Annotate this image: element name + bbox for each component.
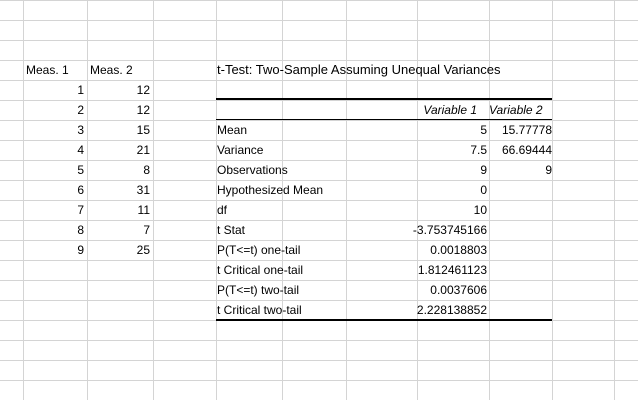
stat-label[interactable]: t Critical one-tail xyxy=(214,260,344,280)
meas1-cell[interactable]: 5 xyxy=(23,160,87,180)
stat-value-var2[interactable]: 15.77778 xyxy=(486,120,555,140)
stat-label[interactable]: Mean xyxy=(214,120,344,140)
meas2-cell[interactable]: 25 xyxy=(87,240,153,260)
table-bottom-rule xyxy=(216,319,552,321)
stat-value-var1[interactable]: 5 xyxy=(346,120,490,140)
stat-value-var2[interactable] xyxy=(486,280,555,300)
meas1-cell[interactable]: 4 xyxy=(23,140,87,160)
meas1-cell[interactable]: 6 xyxy=(23,180,87,200)
stat-value-var1[interactable]: 9 xyxy=(346,160,490,180)
stat-value-var1[interactable]: 0.0037606 xyxy=(346,280,490,300)
meas2-cell[interactable]: 8 xyxy=(87,160,153,180)
stat-label[interactable]: t Critical two-tail xyxy=(214,300,344,320)
stat-value-var1[interactable]: 7.5 xyxy=(346,140,490,160)
stat-value-var2[interactable] xyxy=(486,200,555,220)
meas1-cell[interactable]: 9 xyxy=(23,240,87,260)
meas2-cell[interactable]: 7 xyxy=(87,220,153,240)
stat-value-var1[interactable]: 0 xyxy=(346,180,490,200)
stat-value-var1[interactable]: -3.753745166 xyxy=(346,220,490,240)
stat-value-var2[interactable]: 66.69444 xyxy=(486,140,555,160)
variable2-header[interactable]: Variable 2 xyxy=(486,100,552,120)
ttest-title[interactable]: t-Test: Two-Sample Assuming Unequal Vari… xyxy=(214,60,544,80)
meas1-cell[interactable]: 2 xyxy=(23,100,87,120)
stat-value-var1[interactable]: 10 xyxy=(346,200,490,220)
meas2-cell[interactable]: 15 xyxy=(87,120,153,140)
meas1-cell[interactable]: 8 xyxy=(23,220,87,240)
stat-value-var1[interactable]: 2.228138852 xyxy=(346,300,490,320)
stat-value-var2[interactable] xyxy=(486,180,555,200)
meas1-cell[interactable]: 7 xyxy=(23,200,87,220)
stat-label[interactable]: Observations xyxy=(214,160,344,180)
stat-label[interactable]: P(T<=t) two-tail xyxy=(214,280,344,300)
meas2-cell[interactable]: 12 xyxy=(87,100,153,120)
variable1-header[interactable]: Variable 1 xyxy=(346,100,480,120)
stat-label[interactable]: t Stat xyxy=(214,220,344,240)
stat-label[interactable]: df xyxy=(214,200,344,220)
meas1-header[interactable]: Meas. 1 xyxy=(23,60,87,80)
stat-value-var1[interactable]: 0.0018803 xyxy=(346,240,490,260)
meas2-cell[interactable]: 21 xyxy=(87,140,153,160)
stat-value-var2[interactable] xyxy=(486,260,555,280)
meas1-cell[interactable]: 3 xyxy=(23,120,87,140)
meas2-header[interactable]: Meas. 2 xyxy=(87,60,151,80)
stat-value-var2[interactable] xyxy=(486,240,555,260)
stat-label[interactable]: Variance xyxy=(214,140,344,160)
meas2-cell[interactable]: 11 xyxy=(87,200,153,220)
meas2-cell[interactable]: 31 xyxy=(87,180,153,200)
stat-value-var2[interactable] xyxy=(486,300,555,320)
meas2-cell[interactable]: 12 xyxy=(87,80,153,100)
stat-label[interactable]: Hypothesized Mean xyxy=(214,180,344,200)
stat-label[interactable]: P(T<=t) one-tail xyxy=(214,240,344,260)
stat-value-var2[interactable] xyxy=(486,220,555,240)
stat-value-var2[interactable]: 9 xyxy=(486,160,555,180)
spreadsheet-grid[interactable]: Meas. 1 Meas. 2 1 2 3 4 5 6 7 8 9 12 12 … xyxy=(0,0,638,400)
meas1-cell[interactable]: 1 xyxy=(23,80,87,100)
stat-value-var1[interactable]: 1.812461123 xyxy=(346,260,490,280)
